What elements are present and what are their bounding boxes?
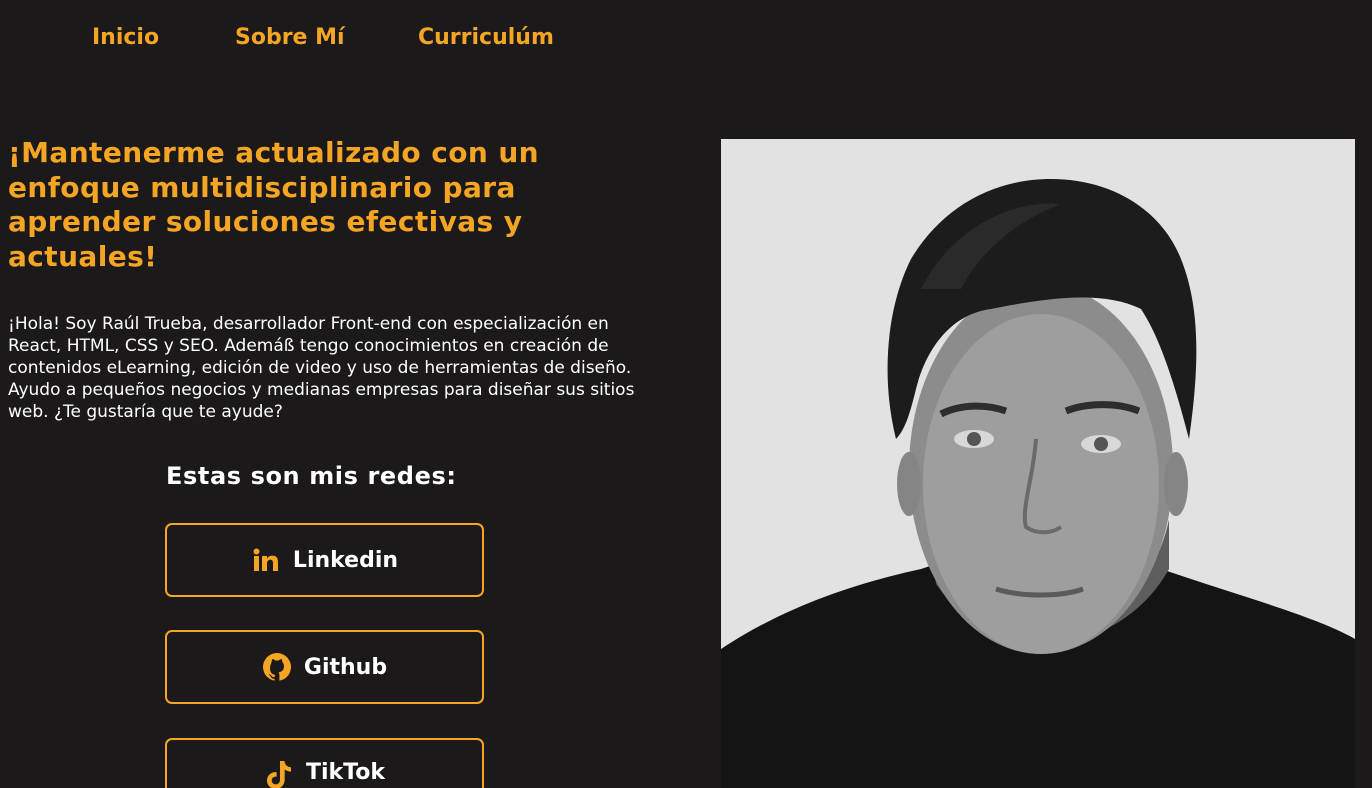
- tiktok-label: TikTok: [305, 760, 385, 785]
- nav-link-inicio[interactable]: Inicio: [92, 22, 235, 54]
- social-section-title: Estas son mis redes:: [166, 462, 457, 490]
- linkedin-button[interactable]: Linkedin: [165, 523, 484, 597]
- tiktok-button[interactable]: TikTok: [165, 738, 484, 788]
- linkedin-icon: [251, 545, 281, 575]
- nav-link-curriculum[interactable]: Curriculúm: [418, 22, 578, 54]
- main-nav: Inicio Sobre Mí Curriculúm: [92, 22, 578, 54]
- hero-headline: ¡Mantenerme actualizado con un enfoque m…: [8, 136, 539, 273]
- profile-photo: [721, 139, 1355, 788]
- nav-link-sobre-mi[interactable]: Sobre Mí: [235, 22, 418, 54]
- github-label: Github: [303, 654, 388, 680]
- linkedin-label: Linkedin: [292, 547, 399, 573]
- page: Inicio Sobre Mí Curriculúm ¡Mantenerme a…: [0, 0, 1372, 788]
- tiktok-icon: [264, 760, 294, 788]
- github-icon: [262, 652, 292, 682]
- github-button[interactable]: Github: [165, 630, 484, 704]
- hero-intro: ¡Hola! Soy Raúl Trueba, desarrollador Fr…: [8, 314, 635, 422]
